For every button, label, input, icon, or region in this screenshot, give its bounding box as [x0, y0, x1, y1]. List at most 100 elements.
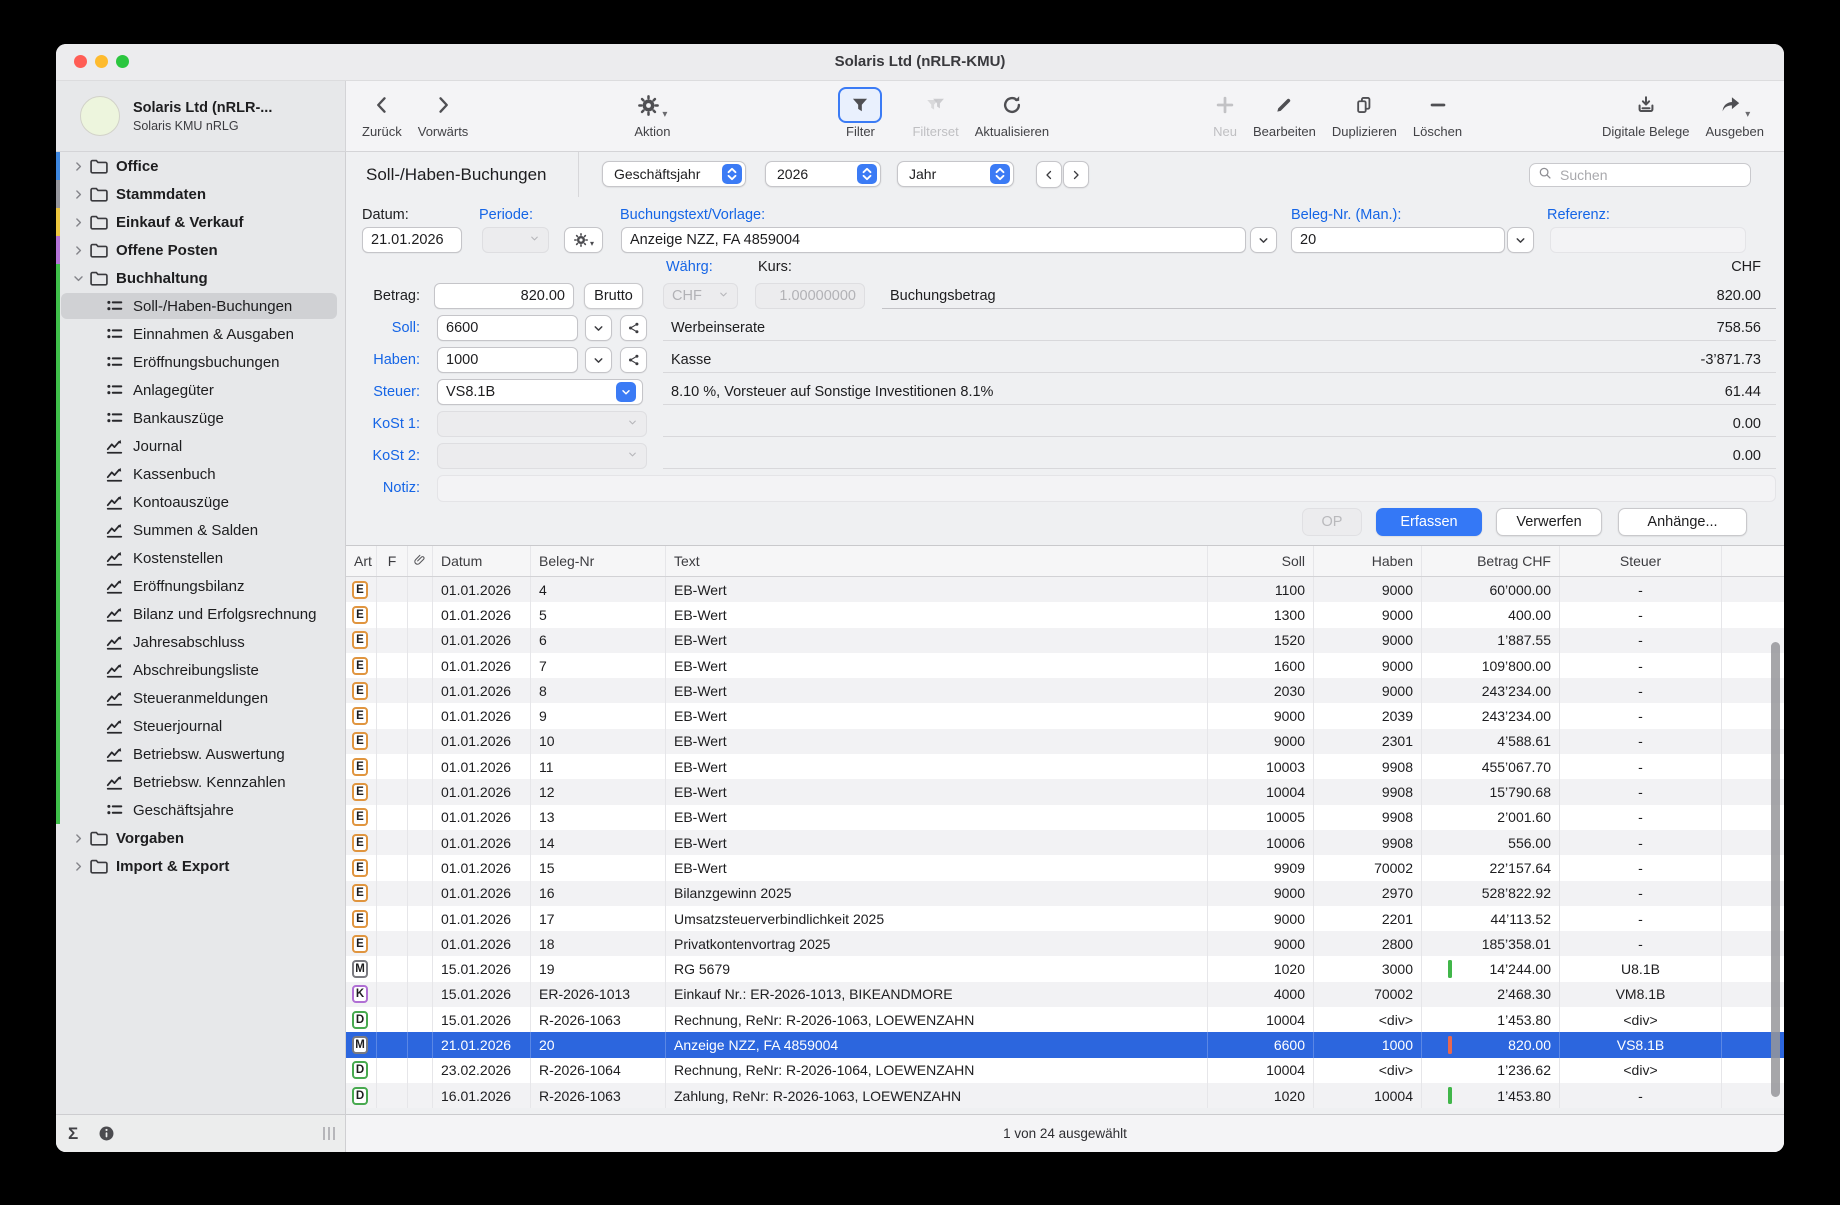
- table-row[interactable]: E01.01.20266EB-Wert152090001’887.55-: [346, 628, 1784, 653]
- waehrung-select[interactable]: CHF: [663, 283, 738, 309]
- table-row[interactable]: D23.02.2026R-2026-1064Rechnung, ReNr: R-…: [346, 1058, 1784, 1083]
- column-header-betrag[interactable]: Betrag CHF: [1422, 546, 1560, 576]
- sidebar-item-steueranmeldungen[interactable]: Steueranmeldungen: [56, 684, 345, 712]
- brutto-button[interactable]: Brutto: [584, 283, 643, 309]
- granularity-select[interactable]: Jahr: [897, 161, 1014, 187]
- chevron-right-icon[interactable]: [72, 216, 88, 229]
- column-header-f[interactable]: F: [377, 546, 408, 576]
- previous-period-button[interactable]: [1036, 161, 1062, 188]
- sidebar-item-soll-haben-buchungen[interactable]: Soll-/Haben-Buchungen: [56, 292, 345, 320]
- table-row[interactable]: E01.01.20269EB-Wert90002039243’234.00-: [346, 703, 1784, 728]
- periode-select[interactable]: [482, 227, 549, 253]
- sidebar-resize-handle[interactable]: [323, 1127, 335, 1140]
- table-row[interactable]: E01.01.202618Privatkontenvortrag 2025900…: [346, 931, 1784, 956]
- haben-dropdown-button[interactable]: [585, 347, 612, 373]
- column-header-haben[interactable]: Haben: [1314, 546, 1422, 576]
- table-row[interactable]: E01.01.202616Bilanzgewinn 20259000297052…: [346, 881, 1784, 906]
- column-header-art[interactable]: Art: [346, 546, 377, 576]
- next-period-button[interactable]: [1063, 161, 1089, 188]
- toolbar-button-refresh[interactable]: Aktualisieren: [967, 87, 1057, 147]
- sidebar-item-kontoauszüge[interactable]: Kontoauszüge: [56, 488, 345, 516]
- toolbar-button-action[interactable]: ▾Aktion: [626, 87, 678, 147]
- toolbar-button-digital[interactable]: Digitale Belege: [1594, 87, 1697, 147]
- table-row[interactable]: D15.01.2026R-2026-1063Rechnung, ReNr: R-…: [346, 1007, 1784, 1032]
- chevron-right-icon[interactable]: [72, 188, 88, 201]
- anhaenge-button[interactable]: Anhänge...: [1618, 508, 1747, 536]
- column-header-clip[interactable]: [408, 546, 433, 576]
- sidebar-item-eröffnungsbuchungen[interactable]: Eröffnungsbuchungen: [56, 348, 345, 376]
- table-row[interactable]: M15.01.202619RG 56791020300014’244.00U8.…: [346, 956, 1784, 981]
- sidebar-item-buchhaltung[interactable]: Buchhaltung: [56, 264, 345, 292]
- search-field[interactable]: [1529, 163, 1751, 187]
- betrag-input[interactable]: [443, 288, 565, 304]
- sidebar-item-stammdaten[interactable]: Stammdaten: [56, 180, 345, 208]
- column-header-steuer[interactable]: Steuer: [1560, 546, 1722, 576]
- haben-share-button[interactable]: [620, 347, 647, 373]
- column-header-datum[interactable]: Datum: [433, 546, 531, 576]
- kurs-field[interactable]: 1.00000000: [755, 283, 865, 309]
- sidebar-item-betriebsw-kennzahlen[interactable]: Betriebsw. Kennzahlen: [56, 768, 345, 796]
- datum-input[interactable]: [371, 232, 453, 248]
- beleg-nr-input[interactable]: [1300, 232, 1496, 248]
- sidebar-item-office[interactable]: Office: [56, 152, 345, 180]
- soll-share-button[interactable]: [620, 315, 647, 341]
- chevron-right-icon[interactable]: [72, 244, 88, 257]
- chevron-right-icon[interactable]: [72, 832, 88, 845]
- sidebar-item-abschreibungsliste[interactable]: Abschreibungsliste: [56, 656, 345, 684]
- soll-input[interactable]: [446, 320, 569, 336]
- kost1-select[interactable]: [437, 411, 647, 437]
- sidebar-item-import-export[interactable]: Import & Export: [56, 852, 345, 880]
- column-header-text[interactable]: Text: [666, 546, 1208, 576]
- period-type-select[interactable]: Geschäftsjahr: [602, 161, 746, 187]
- kost2-select[interactable]: [437, 443, 647, 469]
- notiz-input[interactable]: [446, 481, 1767, 497]
- toolbar-button-forward[interactable]: Vorwärts: [410, 87, 477, 147]
- column-header-soll[interactable]: Soll: [1208, 546, 1314, 576]
- sidebar-item-geschäftsjahre[interactable]: Geschäftsjahre: [56, 796, 345, 824]
- table-row[interactable]: E01.01.202612EB-Wert10004990815’790.68-: [346, 779, 1784, 804]
- sidebar-item-jahresabschluss[interactable]: Jahresabschluss: [56, 628, 345, 656]
- op-button[interactable]: OP: [1302, 508, 1362, 536]
- buchungstext-input[interactable]: [630, 232, 1237, 248]
- sidebar-item-einnahmen-ausgaben[interactable]: Einnahmen & Ausgaben: [56, 320, 345, 348]
- close-window-button[interactable]: [74, 55, 87, 68]
- sidebar-item-eröffnungsbilanz[interactable]: Eröffnungsbilanz: [56, 572, 345, 600]
- table-row[interactable]: E01.01.20265EB-Wert13009000400.00-: [346, 602, 1784, 627]
- table-row[interactable]: E01.01.202610EB-Wert900023014’588.61-: [346, 729, 1784, 754]
- table-row[interactable]: E01.01.202611EB-Wert100039908455’067.70-: [346, 754, 1784, 779]
- beleg-nr-dropdown-button[interactable]: [1507, 227, 1534, 253]
- table-row[interactable]: E01.01.20264EB-Wert1100900060’000.00-: [346, 577, 1784, 602]
- sidebar-item-kassenbuch[interactable]: Kassenbuch: [56, 460, 345, 488]
- sidebar-item-steuerjournal[interactable]: Steuerjournal: [56, 712, 345, 740]
- company-switcher[interactable]: Solaris Ltd (nRLR-... Solaris KMU nRLG: [56, 81, 346, 151]
- toolbar-button-output[interactable]: ▾Ausgeben: [1697, 87, 1772, 147]
- sidebar-item-betriebsw-auswertung[interactable]: Betriebsw. Auswertung: [56, 740, 345, 768]
- haben-input[interactable]: [446, 352, 569, 368]
- vertical-scrollbar[interactable]: [1771, 642, 1780, 1097]
- chevron-right-icon[interactable]: [72, 160, 88, 173]
- table-row[interactable]: K15.01.2026ER-2026-1013Einkauf Nr.: ER-2…: [346, 982, 1784, 1007]
- sidebar-item-bilanz-und-erfolgsrechnung[interactable]: Bilanz und Erfolgsrechnung: [56, 600, 345, 628]
- zoom-window-button[interactable]: [116, 55, 129, 68]
- toolbar-button-delete[interactable]: Löschen: [1405, 87, 1470, 147]
- verwerfen-button[interactable]: Verwerfen: [1496, 508, 1602, 536]
- sidebar-item-einkauf-verkauf[interactable]: Einkauf & Verkauf: [56, 208, 345, 236]
- table-row[interactable]: E01.01.20267EB-Wert16009000109’800.00-: [346, 653, 1784, 678]
- minimize-window-button[interactable]: [95, 55, 108, 68]
- table-row[interactable]: M21.01.202620Anzeige NZZ, FA 48590046600…: [346, 1032, 1784, 1057]
- column-header-tail[interactable]: [1722, 546, 1784, 576]
- table-row[interactable]: D16.01.2026R-2026-1063Zahlung, ReNr: R-2…: [346, 1083, 1784, 1108]
- toolbar-button-filter[interactable]: Filter: [830, 87, 890, 147]
- buchungstext-dropdown-button[interactable]: [1250, 227, 1277, 253]
- toolbar-button-edit[interactable]: Bearbeiten: [1245, 87, 1324, 147]
- table-row[interactable]: E01.01.202615EB-Wert99097000222’157.64-: [346, 855, 1784, 880]
- sum-button[interactable]: Σ: [68, 1124, 78, 1144]
- template-gear-button[interactable]: ▾: [564, 227, 603, 253]
- chevron-right-icon[interactable]: [72, 860, 88, 873]
- toolbar-button-back[interactable]: Zurück: [354, 87, 410, 147]
- year-select[interactable]: 2026: [765, 161, 881, 187]
- erfassen-button[interactable]: Erfassen: [1376, 508, 1482, 536]
- sidebar-item-kostenstellen[interactable]: Kostenstellen: [56, 544, 345, 572]
- table-row[interactable]: E01.01.202617Umsatzsteuerverbindlichkeit…: [346, 906, 1784, 931]
- sidebar-item-vorgaben[interactable]: Vorgaben: [56, 824, 345, 852]
